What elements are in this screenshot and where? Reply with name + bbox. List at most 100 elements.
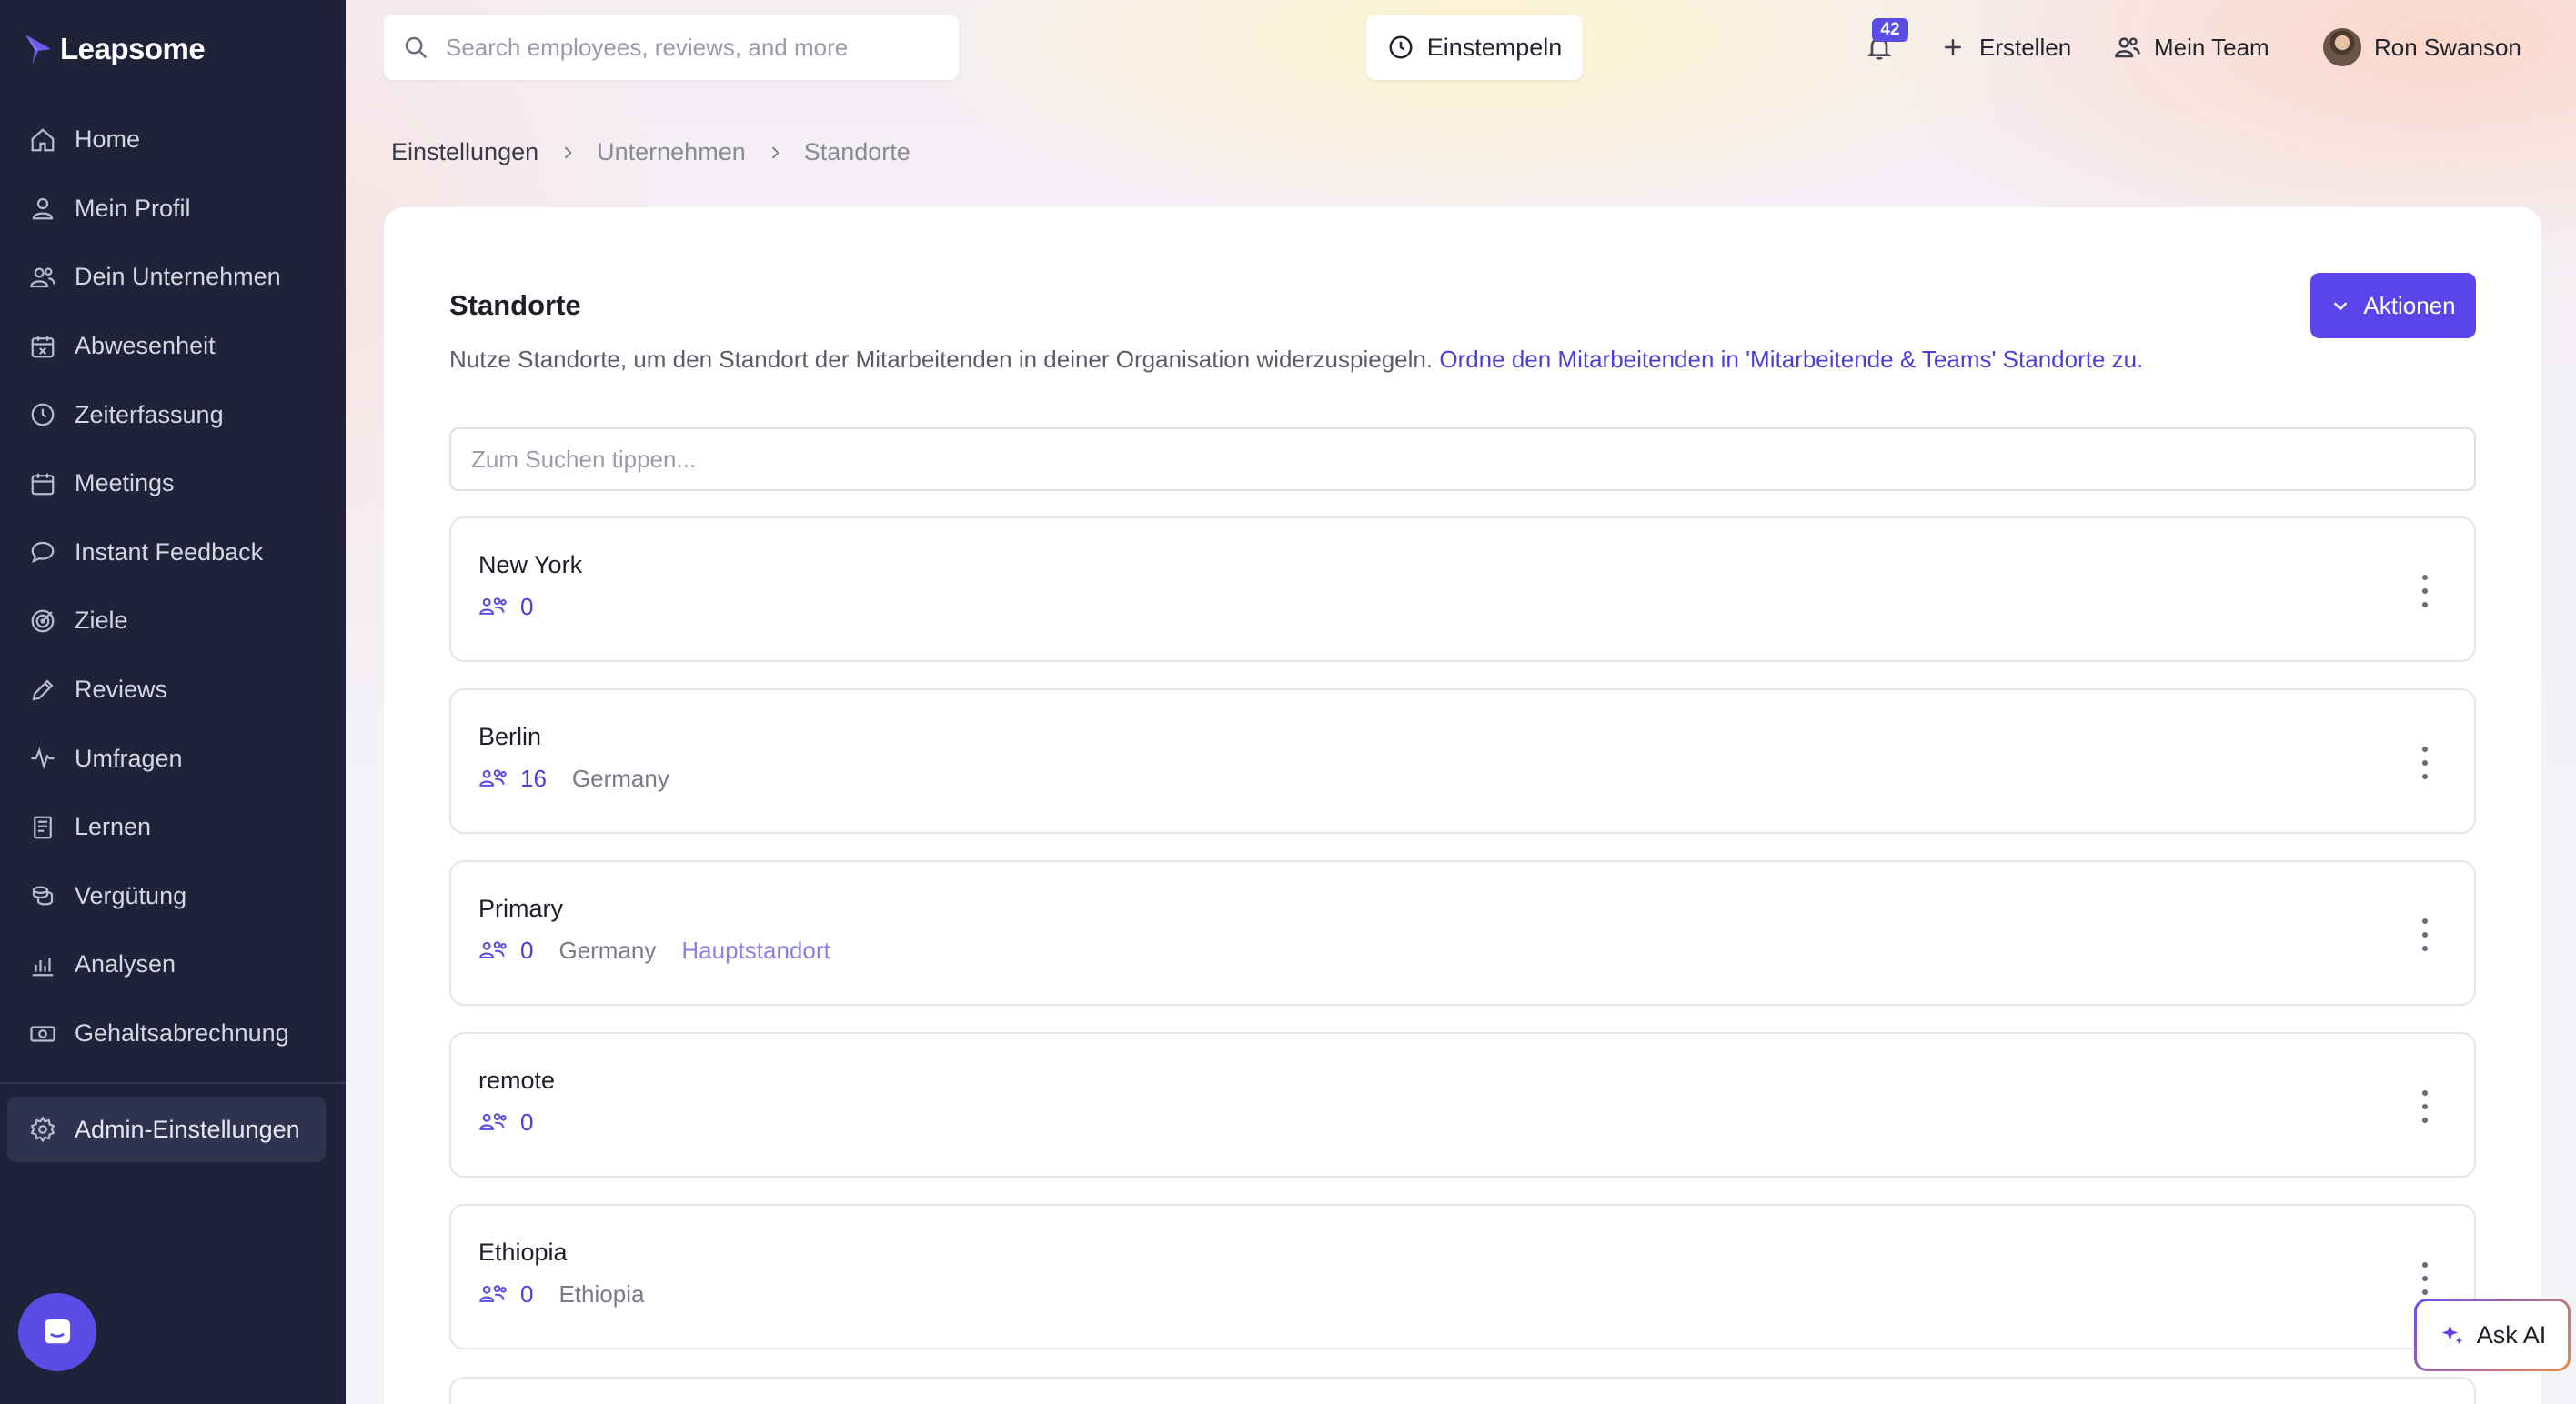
description-text: Nutze Standorte, um den Standort der Mit… <box>449 346 1434 373</box>
sidebar-item-meetings[interactable]: Meetings <box>0 449 346 518</box>
primary-location-tag: Hauptstandort <box>681 937 830 964</box>
more-options-icon[interactable] <box>2420 1090 2430 1123</box>
location-meta: 16 Germany <box>478 765 682 793</box>
sidebar-item-profile[interactable]: Mein Profil <box>0 175 346 244</box>
create-label: Erstellen <box>1979 33 2072 61</box>
users-icon <box>479 597 507 615</box>
chart-icon <box>32 958 54 977</box>
clock-icon <box>31 403 55 426</box>
location-row[interactable]: Berlin 16 Germany <box>449 688 2476 834</box>
message-icon <box>45 1319 70 1344</box>
assign-locations-link[interactable]: Ordne den Mitarbeitenden in 'Mitarbeiten… <box>1439 346 2143 373</box>
user-menu-button[interactable]: Ron Swanson <box>2323 27 2521 67</box>
sidebar-item-company[interactable]: Dein Unternehmen <box>0 243 346 312</box>
book-icon <box>34 816 52 839</box>
page-title: Standorte <box>449 289 581 321</box>
sidebar-item-surveys[interactable]: Umfragen <box>0 724 346 793</box>
ask-ai-button[interactable]: Ask AI <box>2414 1299 2571 1371</box>
global-search-input[interactable]: Search employees, reviews, and more <box>384 15 959 80</box>
create-button[interactable]: Erstellen <box>1939 27 2071 67</box>
sidebar-item-home[interactable]: Home <box>0 105 346 175</box>
actions-button[interactable]: Aktionen <box>2310 273 2476 338</box>
sidebar-item-label: Lernen <box>75 813 152 841</box>
more-options-icon[interactable] <box>2420 918 2430 951</box>
my-team-button[interactable]: Mein Team <box>2114 27 2269 67</box>
ask-ai-inner: Ask AI <box>2417 1301 2568 1369</box>
chevron-right-icon <box>564 146 572 158</box>
users-icon <box>479 1284 507 1302</box>
sidebar-item-compensation[interactable]: Vergütung <box>0 862 346 931</box>
location-name: New York <box>478 551 583 578</box>
home-icon <box>31 128 55 152</box>
leapsome-logo-icon <box>25 35 51 64</box>
sidebar-item-analytics[interactable]: Analysen <box>0 930 346 999</box>
clock-in-button[interactable]: Einstempeln <box>1366 15 1583 80</box>
locations-search-input[interactable]: Zum Suchen tippen... <box>449 427 2476 491</box>
location-name: Berlin <box>478 723 542 750</box>
calendar-x-icon <box>31 336 55 357</box>
my-team-label: Mein Team <box>2154 33 2269 61</box>
new-location-row[interactable] <box>449 1377 2476 1404</box>
employee-count[interactable]: 0 <box>520 593 533 621</box>
location-country: Germany <box>558 937 657 964</box>
chevron-down-icon <box>2334 302 2348 311</box>
sidebar-item-label: Analysen <box>75 950 176 978</box>
location-row[interactable]: remote 0 <box>449 1032 2476 1178</box>
sidebar-item-payroll[interactable]: Gehaltsabrechnung <box>0 999 346 1068</box>
employee-count[interactable]: 0 <box>520 1108 533 1137</box>
app-name: Leapsome <box>60 32 206 65</box>
sidebar-item-label: Admin-Einstellungen <box>75 1115 300 1143</box>
sidebar-item-label: Abwesenheit <box>75 332 216 360</box>
sidebar-item-instant-feedback[interactable]: Instant Feedback <box>0 518 346 587</box>
avatar <box>2323 28 2361 66</box>
more-options-icon[interactable] <box>2420 747 2430 779</box>
location-row[interactable]: New York 0 <box>449 516 2476 662</box>
users-icon <box>30 267 55 288</box>
ask-ai-label: Ask AI <box>2476 1320 2547 1349</box>
sidebar-nav: Home Mein Profil Dein Unternehmen Abwese… <box>0 105 346 1068</box>
location-meta: 0 Germany Hauptstandort <box>478 937 830 965</box>
money-icon <box>30 1025 55 1042</box>
location-country: Ethiopia <box>558 1280 645 1308</box>
filter-placeholder: Zum Suchen tippen... <box>471 445 697 473</box>
more-options-icon[interactable] <box>2420 1262 2430 1295</box>
sidebar-item-admin-settings[interactable]: Admin-Einstellungen <box>7 1097 326 1162</box>
breadcrumb-settings[interactable]: Einstellungen <box>391 138 538 166</box>
location-meta: 0 <box>478 593 546 621</box>
sidebar-item-time-tracking[interactable]: Zeiterfassung <box>0 380 346 449</box>
sidebar-item-label: Home <box>75 125 141 154</box>
gear-icon <box>30 1116 55 1143</box>
sidebar-item-reviews[interactable]: Reviews <box>0 656 346 725</box>
sidebar-item-label: Vergütung <box>75 881 187 909</box>
employee-count[interactable]: 0 <box>520 1280 533 1309</box>
users-icon <box>2115 37 2140 58</box>
sidebar-item-learning[interactable]: Lernen <box>0 793 346 862</box>
location-country: Germany <box>571 765 669 792</box>
calendar-icon <box>31 473 55 496</box>
sidebar-item-label: Instant Feedback <box>75 537 264 566</box>
support-chat-button[interactable] <box>18 1293 96 1371</box>
sidebar-item-goals[interactable]: Ziele <box>0 587 346 656</box>
employee-count[interactable]: 16 <box>520 765 547 793</box>
location-row[interactable]: Ethiopia 0 Ethiopia <box>449 1204 2476 1349</box>
user-icon <box>32 198 54 220</box>
employee-count[interactable]: 0 <box>520 937 533 965</box>
sidebar-item-label: Umfragen <box>75 744 183 772</box>
leapsome-logo[interactable]: Leapsome <box>24 31 206 67</box>
users-icon <box>479 940 507 958</box>
clock-icon <box>1389 35 1413 59</box>
location-name: Ethiopia <box>478 1239 568 1266</box>
breadcrumb-company[interactable]: Unternehmen <box>597 138 746 166</box>
target-icon <box>31 609 55 633</box>
sidebar-item-label: Meetings <box>75 469 175 497</box>
chevron-right-icon <box>771 146 780 158</box>
pencil-icon <box>32 678 54 700</box>
breadcrumb-locations: Standorte <box>803 138 911 165</box>
sidebar-item-absence[interactable]: Abwesenheit <box>0 312 346 381</box>
sidebar-item-label: Dein Unternehmen <box>75 263 281 291</box>
location-row[interactable]: Primary 0 Germany Hauptstandort <box>449 860 2476 1006</box>
sidebar-item-label: Reviews <box>75 676 168 704</box>
chat-icon <box>31 542 55 564</box>
coins-icon <box>32 886 54 906</box>
more-options-icon[interactable] <box>2420 575 2430 607</box>
